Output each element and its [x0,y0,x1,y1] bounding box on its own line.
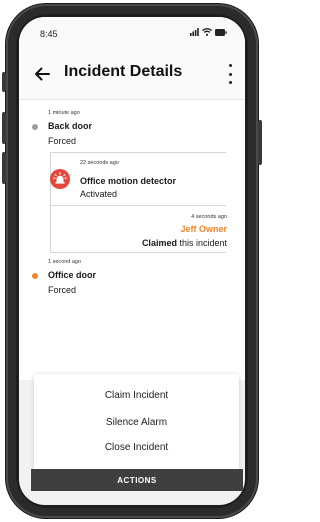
event-name: Back door [48,121,93,131]
event-name: Office door [48,270,97,280]
event-state: Forced [48,136,77,146]
divider [50,205,226,206]
event-state: Forced [48,285,77,295]
event-state: Activated [80,189,118,199]
claim-action-rest: this incident [179,238,227,248]
status-bar: 8:45 [19,17,245,49]
event-time: 4 seconds ago [191,214,227,220]
status-time: 8:45 [40,29,58,39]
timeline-dot-orange [32,273,38,279]
alarm-siren-icon [50,169,70,189]
event-name: Office motion detector [80,176,177,186]
claim-action-verb: Claimed [141,238,177,248]
side-button-volume-down [2,152,6,184]
actions-button[interactable]: ACTIONS [31,469,243,491]
page-title: Incident Details [64,63,183,80]
app-header: Incident Details [19,49,245,100]
event-time: 1 second ago [48,259,82,265]
battery-icon [215,29,227,36]
divider [50,252,226,253]
side-button-power [258,120,262,165]
timeline-connector [50,152,51,252]
timeline-dot-grey [32,124,38,130]
divider [50,152,226,153]
wifi-icon [202,28,212,36]
actions-sheet: Claim Incident Silence Alarm Close Incid… [34,374,239,474]
claim-action: Claimed this incident [142,238,227,248]
claim-incident-option[interactable]: Claim Incident [34,390,239,401]
phone-screen: 8:45 Incident Details 1 minute ago Back … [19,17,245,505]
side-button-volume-up [2,112,6,144]
more-options-icon[interactable] [227,64,233,84]
status-icons [190,28,227,36]
event-time: 22 seconds ago [80,160,119,166]
back-arrow-icon[interactable] [33,65,51,83]
event-time: 1 minute ago [48,110,80,116]
close-incident-option[interactable]: Close Incident [34,442,239,453]
signal-icon [190,28,199,36]
claim-user: Jeff Owner [180,224,227,234]
silence-alarm-option[interactable]: Silence Alarm [34,417,239,428]
incident-timeline: 1 minute ago Back door Forced 22 seconds… [19,100,245,380]
side-button-mute [2,72,6,92]
